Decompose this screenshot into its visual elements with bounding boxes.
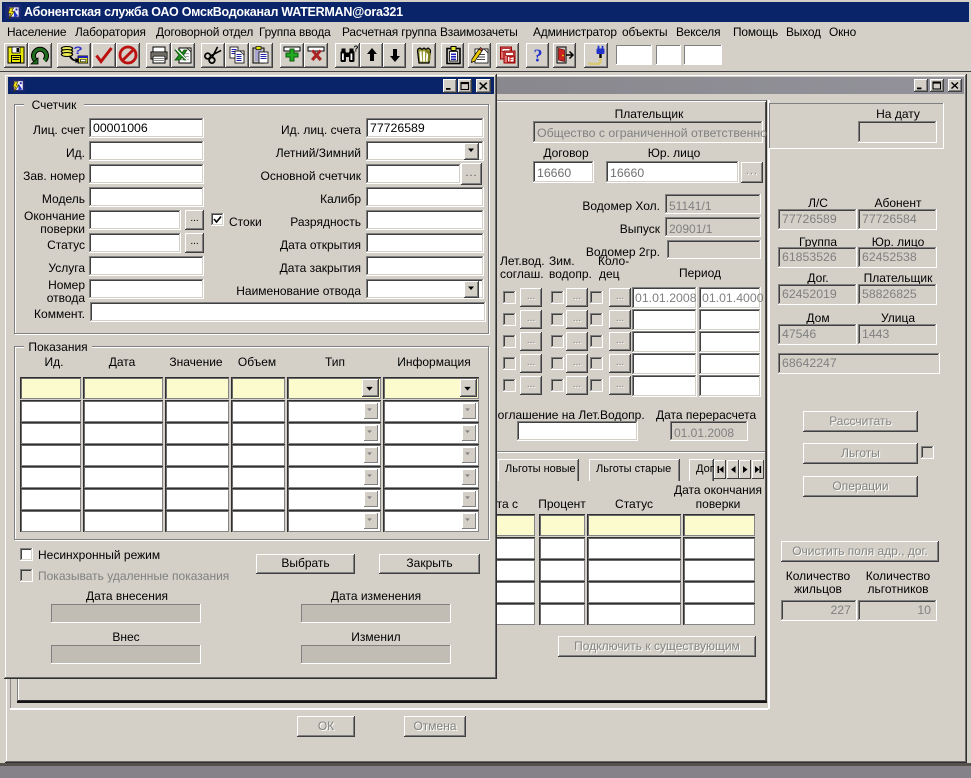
svg-text:?: ?: [353, 45, 358, 54]
svg-text:?: ?: [533, 46, 542, 66]
svg-text:F: F: [509, 57, 513, 64]
svg-text:?: ?: [73, 45, 82, 56]
